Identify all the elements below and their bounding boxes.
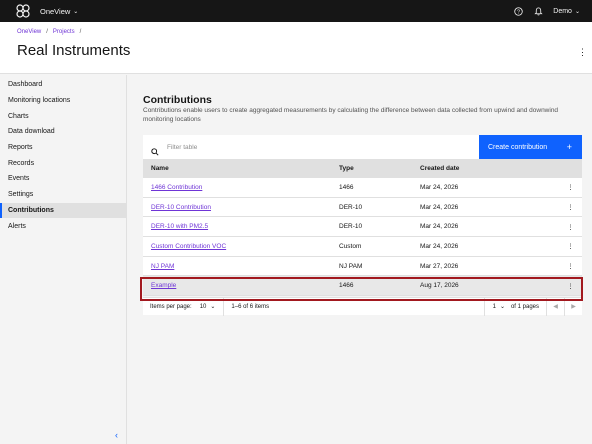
page-title: Real Instruments (17, 42, 131, 59)
create-contribution-button[interactable]: Create contribution + (479, 135, 582, 159)
main-content: Contributions Contributions enable users… (128, 75, 592, 444)
contribution-type: 1466 (339, 183, 354, 191)
overflow-menu-icon[interactable]: ⋮ (578, 48, 587, 57)
row-overflow-menu-icon[interactable]: ⋮ (559, 242, 582, 250)
contribution-created-date: Aug 17, 2026 (420, 282, 459, 290)
svg-text:?: ? (517, 9, 520, 15)
plus-icon: + (566, 142, 572, 152)
chevron-down-icon: ⌄ (210, 304, 216, 310)
sidebar-item-charts[interactable]: Charts (0, 108, 126, 124)
sidebar-item-settings[interactable]: Settings (0, 187, 126, 203)
total-pages-text: of 1 pages (510, 303, 539, 310)
items-per-page-label: Items per page: (150, 303, 192, 310)
contribution-name-link[interactable]: Custom Contribution VOC (151, 243, 226, 250)
help-icon[interactable]: ? (513, 6, 523, 16)
table-row: DER-10 Contribution DER-10 Mar 24, 2026 … (143, 197, 582, 218)
row-overflow-menu-icon[interactable]: ⋮ (559, 223, 582, 231)
table-row: 1466 Contribution 1466 Mar 24, 2026 ⋮ (143, 178, 582, 198)
search-icon (151, 143, 159, 156)
user-menu[interactable]: Demo ⌄ (553, 8, 580, 15)
table-toolbar: Create contribution + (143, 135, 582, 159)
table-row: Custom Contribution VOC Custom Mar 24, 2… (143, 237, 582, 257)
filter-search (143, 135, 479, 159)
chevron-down-icon: ⌄ (73, 8, 79, 15)
filter-input[interactable] (167, 143, 367, 151)
contribution-type: DER-10 (339, 203, 363, 211)
row-overflow-menu-icon[interactable]: ⋮ (559, 203, 582, 211)
breadcrumb-separator: / (46, 29, 48, 35)
top-right-actions: ? Demo ⌄ (513, 0, 580, 22)
table-row: DER-10 with PM2.5 DER-10 Mar 24, 2026 ⋮ (143, 217, 582, 238)
page-select[interactable]: 1 ⌄ (483, 297, 511, 316)
app-name-label: OneView (40, 6, 71, 16)
contribution-name-link[interactable]: Example (151, 282, 176, 289)
table-row-highlighted: Example 1466 Aug 17, 2026 ⋮ (143, 276, 582, 297)
sidebar-item-alerts[interactable]: Alerts (0, 218, 126, 234)
contributions-table: Name Type Created date 1466 Contribution… (143, 159, 582, 297)
sidebar: Dashboard Monitoring locations Charts Da… (0, 75, 127, 444)
contribution-created-date: Mar 24, 2026 (420, 203, 459, 211)
top-bar: OneView ⌄ ? Demo ⌄ (0, 0, 592, 22)
notification-bell-icon[interactable] (533, 6, 543, 16)
row-overflow-menu-icon[interactable]: ⋮ (559, 262, 582, 270)
contribution-type: NJ PAM (339, 262, 363, 270)
contribution-created-date: Mar 24, 2026 (420, 183, 459, 191)
page-number-value: 1 (492, 303, 496, 310)
chevron-down-icon: ⌄ (499, 304, 505, 310)
row-overflow-menu-icon[interactable]: ⋮ (559, 183, 582, 191)
next-page-icon[interactable]: ▶ (564, 297, 582, 316)
table-pagination: Items per page: 10 ⌄ 1–6 of 6 items 1 ⌄ … (143, 297, 582, 316)
contribution-type: Custom (339, 242, 362, 250)
contribution-created-date: Mar 27, 2026 (420, 262, 459, 270)
sidebar-item-dashboard[interactable]: Dashboard (0, 77, 126, 93)
table-row: NJ PAM NJ PAM Mar 27, 2026 ⋮ (143, 256, 582, 277)
contribution-type: DER-10 (339, 223, 363, 231)
table-header-row: Name Type Created date (143, 159, 582, 178)
sidebar-item-reports[interactable]: Reports (0, 140, 126, 156)
app-logo-icon[interactable] (12, 0, 34, 22)
column-header-name[interactable]: Name (143, 165, 339, 172)
contribution-name-link[interactable]: NJ PAM (151, 263, 174, 270)
previous-page-icon[interactable]: ◀ (546, 297, 564, 316)
contribution-name-link[interactable]: 1466 Contribution (151, 184, 202, 191)
contribution-created-date: Mar 24, 2026 (420, 242, 459, 250)
app-switcher[interactable]: OneView ⌄ (40, 7, 78, 16)
user-name: Demo (553, 7, 572, 15)
section-description: Contributions enable users to create agg… (143, 107, 559, 123)
breadcrumb: OneView / Projects / (17, 29, 81, 35)
row-overflow-menu-icon[interactable]: ⋮ (559, 282, 582, 290)
contribution-name-link[interactable]: DER-10 with PM2.5 (151, 223, 208, 230)
column-header-type[interactable]: Type (339, 165, 420, 172)
sidebar-item-contributions[interactable]: Contributions (0, 202, 126, 219)
create-contribution-label: Create contribution (488, 143, 548, 151)
contribution-type: 1466 (339, 282, 354, 290)
collapse-sidebar-icon[interactable]: ‹ (115, 430, 118, 440)
sidebar-item-data-download[interactable]: Data download (0, 124, 126, 140)
sidebar-item-events[interactable]: Events (0, 171, 126, 187)
contribution-created-date: Mar 24, 2026 (420, 223, 459, 231)
section-title: Contributions (143, 94, 212, 106)
breadcrumb-item-oneview[interactable]: OneView (17, 29, 41, 35)
item-range-text: 1–6 of 6 items (231, 303, 270, 310)
column-header-created-date[interactable]: Created date (420, 165, 559, 172)
sidebar-item-monitoring-locations[interactable]: Monitoring locations (0, 93, 126, 109)
items-per-page-select[interactable]: 10 ⌄ (199, 297, 225, 316)
breadcrumb-item-projects[interactable]: Projects (53, 29, 75, 35)
items-per-page-value: 10 (199, 303, 207, 310)
breadcrumb-separator: / (79, 29, 82, 35)
chevron-down-icon: ⌄ (574, 8, 580, 15)
contribution-name-link[interactable]: DER-10 Contribution (151, 204, 211, 211)
page-header: OneView / Projects / Real Instruments ⋮ (0, 22, 592, 74)
sidebar-item-records[interactable]: Records (0, 155, 126, 171)
